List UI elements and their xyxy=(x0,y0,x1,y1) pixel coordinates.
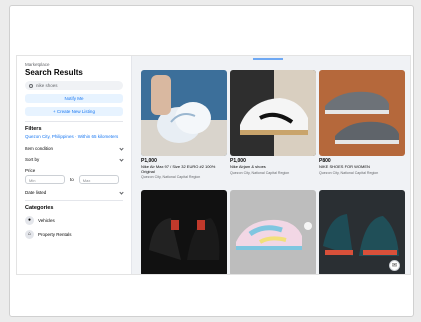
listing-card[interactable]: ✉ xyxy=(319,190,405,274)
chevron-down-icon xyxy=(119,145,124,151)
categories-heading: Categories xyxy=(25,204,54,211)
listing-photo[interactable] xyxy=(141,190,227,274)
listing-card[interactable]: P1,000 Nike Air Max 97 / Size 32 EURO #2… xyxy=(141,70,227,179)
price-min-input[interactable]: Min xyxy=(25,174,65,184)
listing-card[interactable]: P1,000 Nike Airjam & shoes Quezon City, … xyxy=(230,70,316,175)
sort-filter[interactable]: Sort by xyxy=(25,156,124,162)
date-filter[interactable]: Date listed xyxy=(25,189,124,195)
listing-photo[interactable] xyxy=(230,70,316,156)
marketplace-screen: Marketplace Search Results nike shoes No… xyxy=(16,55,411,275)
listing-location: Quezon City, National Capital Region xyxy=(230,170,290,175)
location-filter[interactable]: Quezon City, Philippines · Within 65 kil… xyxy=(25,134,123,140)
divider xyxy=(25,199,123,201)
divider xyxy=(25,121,123,122)
category-property-rentals[interactable]: ⌂ Property Rentals xyxy=(25,229,123,239)
search-input[interactable]: nike shoes xyxy=(25,81,123,90)
condition-filter[interactable]: Item condition xyxy=(25,145,124,151)
category-label: Vehicles xyxy=(38,217,55,223)
chevron-down-icon xyxy=(119,189,124,195)
breadcrumb[interactable]: Marketplace xyxy=(25,62,123,67)
listing-title: NIKE SHOES FOR WOMEN xyxy=(319,164,370,169)
create-listing-button[interactable]: + Create New Listing xyxy=(25,107,123,116)
sort-label: Sort by xyxy=(25,156,40,162)
filters-heading: Filters xyxy=(25,126,42,132)
listing-title: Nike Air Max 97 / Size 32 EURO #2 100% O… xyxy=(141,164,216,174)
search-icon xyxy=(29,83,33,88)
category-vehicles[interactable]: ● Vehicles xyxy=(25,215,123,225)
listing-card[interactable] xyxy=(141,190,227,274)
price-max-input[interactable]: Max xyxy=(78,174,119,184)
listing-title: Nike Airjam & shoes xyxy=(230,164,266,169)
car-icon: ● xyxy=(25,215,34,225)
page-title: Search Results xyxy=(25,68,83,77)
home-icon: ⌂ xyxy=(25,229,34,239)
listing-card[interactable] xyxy=(230,190,316,274)
date-label: Date listed xyxy=(25,189,47,195)
category-label: Property Rentals xyxy=(38,231,72,237)
listing-photo[interactable] xyxy=(319,70,405,156)
sidebar: Marketplace Search Results nike shoes No… xyxy=(17,56,132,274)
messenger-icon[interactable]: ✉ xyxy=(389,260,400,271)
price-to-label: to xyxy=(70,176,74,182)
listing-location: Quezon City, National Capital Region xyxy=(141,175,201,180)
condition-label: Item condition xyxy=(25,145,54,151)
notify-me-button[interactable]: Notify Me xyxy=(25,94,123,103)
scroll-indicator xyxy=(253,58,283,60)
listing-photo[interactable] xyxy=(141,70,227,156)
price-label: Price xyxy=(25,167,36,173)
listing-card[interactable]: P800 NIKE SHOES FOR WOMEN Quezon City, N… xyxy=(319,70,405,175)
listing-photo[interactable]: ✉ xyxy=(319,190,405,274)
listing-location: Quezon City, National Capital Region xyxy=(319,170,379,175)
chevron-down-icon xyxy=(119,156,124,162)
price-range: Min to Max xyxy=(25,174,123,184)
search-text: nike shoes xyxy=(36,83,58,88)
listing-photo[interactable] xyxy=(230,190,316,274)
